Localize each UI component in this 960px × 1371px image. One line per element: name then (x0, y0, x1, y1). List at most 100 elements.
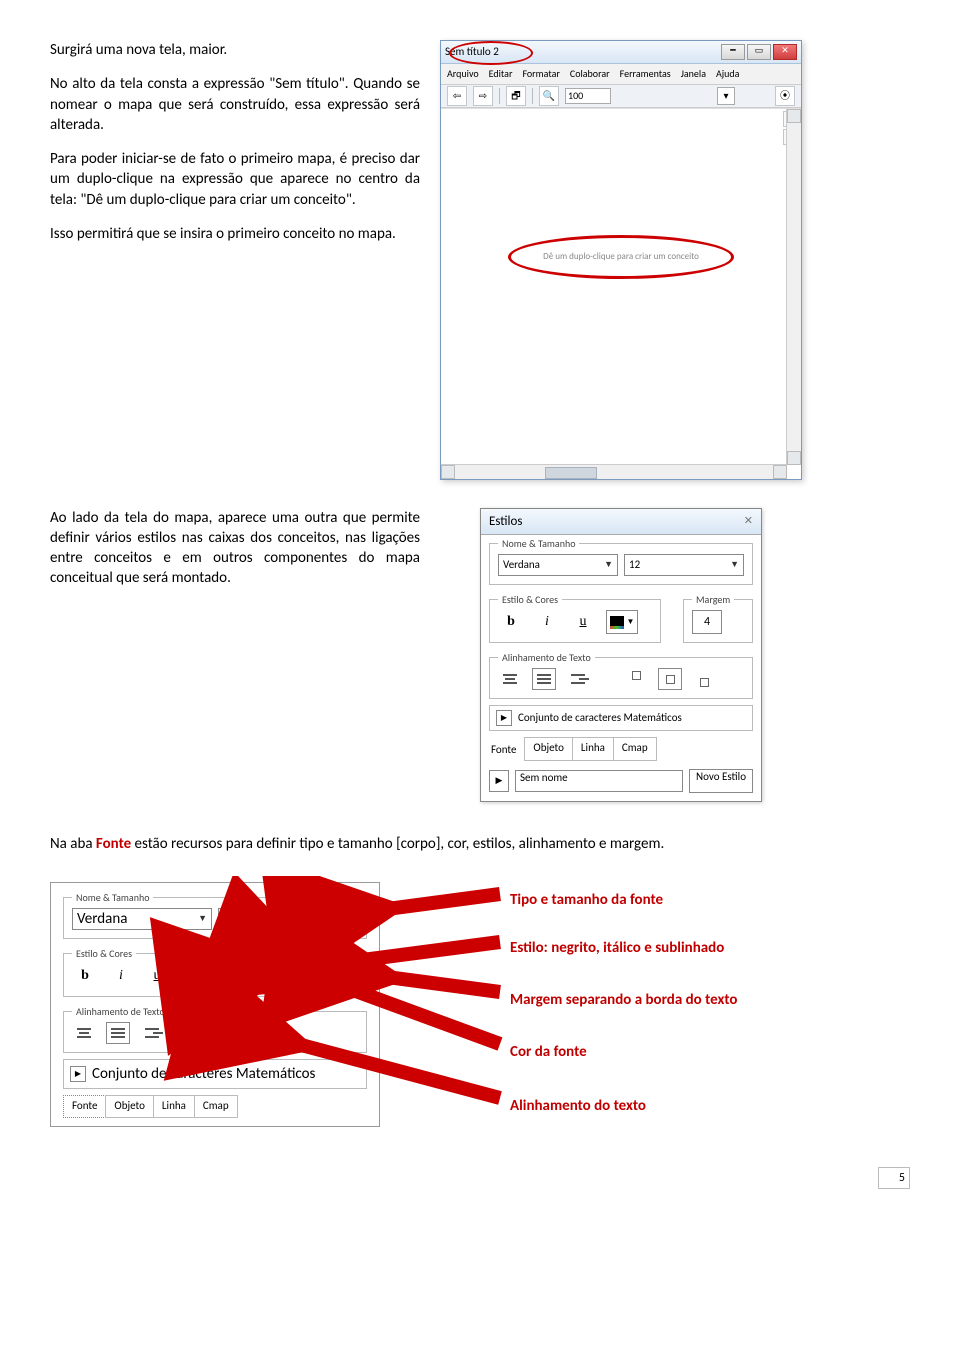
align-left-button[interactable] (72, 1022, 96, 1044)
align-center-button[interactable] (106, 1022, 130, 1044)
math-chars-row[interactable]: ▶ Conjunto de caracteres Matemáticos (489, 705, 753, 731)
canvas[interactable]: ⤢ ⎋ Dê um duplo-clique para criar um con… (441, 108, 801, 479)
chevron-down-icon: ▼ (730, 559, 739, 571)
align-right-button[interactable] (566, 668, 590, 690)
window-title: Sem título 2 (445, 45, 499, 60)
menu-ferramentas[interactable]: Ferramentas (620, 67, 671, 81)
align-right-button[interactable] (140, 1022, 164, 1044)
scrollbar-horizontal[interactable] (441, 464, 787, 479)
valign-bottom-button[interactable] (266, 1022, 290, 1044)
tab-linha[interactable]: Linha (572, 737, 614, 761)
nome-tamanho-group: Nome & Tamanho Verdana ▼ 12 ▼ (489, 543, 753, 585)
tab-linha[interactable]: Linha (153, 1095, 195, 1118)
minimize-button[interactable]: ━ (721, 44, 745, 60)
annotated-estilos-panel: Nome & Tamanho Verdana ▼ 12 ▼ Estilo & C… (50, 882, 380, 1127)
underline-button[interactable]: u (144, 965, 170, 987)
margin-input[interactable]: 4 (306, 964, 336, 988)
margem-legend: Margem (306, 947, 348, 961)
math-label: Conjunto de caracteres Matemáticos (92, 1064, 315, 1084)
record-icon[interactable]: ⦿ (775, 86, 795, 106)
separator (499, 88, 500, 104)
align-left-button[interactable] (498, 668, 522, 690)
bold-button[interactable]: b (498, 611, 524, 633)
valign-middle-button[interactable] (232, 1022, 256, 1044)
estilo-cores-group: Estilo & Cores b i u ▼ (63, 953, 275, 997)
zoom-icon[interactable]: 🔍 (539, 86, 559, 106)
margem-group: Margem 4 (297, 953, 367, 997)
scroll-up-icon[interactable] (787, 109, 801, 123)
estilo-cores-group: Estilo & Cores b i u ▼ (489, 599, 661, 643)
expand-icon: ▶ (70, 1066, 86, 1082)
menu-ajuda[interactable]: Ajuda (716, 67, 739, 81)
close-button[interactable]: ✕ (773, 44, 797, 60)
font-size-select[interactable]: 12 ▼ (624, 554, 744, 576)
alinhamento-group: Alinhamento de Texto (489, 657, 753, 699)
tab-fonte[interactable]: Fonte (63, 1095, 106, 1118)
menu-editar[interactable]: Editar (489, 67, 513, 81)
scroll-right-icon[interactable] (773, 465, 787, 479)
math-label: Conjunto de caracteres Matemáticos (518, 711, 682, 726)
tab-objeto[interactable]: Objeto (524, 737, 573, 761)
ann-label-5: Alinhamento do texto (510, 1096, 646, 1116)
tab-cmap[interactable]: Cmap (613, 737, 657, 761)
valign-top-button[interactable] (624, 668, 648, 690)
paragraph-5: Ao lado da tela do mapa, aparece uma out… (50, 508, 420, 589)
chevron-down-icon: ▼ (627, 617, 635, 628)
estilos-close-icon[interactable]: ✕ (744, 514, 753, 529)
style-name-input[interactable]: Sem nome (515, 770, 683, 792)
paragraph-2: No alto da tela consta a expressão "Sem … (50, 74, 420, 135)
estilos-titlebar: Estilos ✕ (481, 509, 761, 536)
font-name-select[interactable]: Verdana ▼ (72, 908, 212, 930)
nav-forward-icon[interactable]: ⇨ (473, 86, 493, 106)
bottom-row: ▶ Sem nome Novo Estilo (489, 769, 753, 793)
valign-bottom-button[interactable] (692, 668, 716, 690)
paragraph-4: Isso permitirá que se insira o primeiro … (50, 224, 420, 244)
cmap-window: Sem título 2 ━ ▭ ✕ Arquivo Editar Format… (440, 40, 802, 480)
bold-button[interactable]: b (72, 965, 98, 987)
font-color-button[interactable]: ▼ (606, 610, 638, 634)
novo-estilo-button[interactable]: Novo Estilo (689, 769, 753, 793)
fonte-label: Fonte (489, 737, 524, 761)
font-size-select[interactable]: 12 ▼ (218, 908, 358, 930)
menu-janela[interactable]: Janela (681, 67, 706, 81)
nav-back-icon[interactable]: ⇦ (447, 86, 467, 106)
zoom-input[interactable]: 100 (565, 88, 611, 104)
font-size-value: 12 (629, 558, 640, 573)
font-color-button[interactable]: ▼ (180, 964, 212, 988)
paragraph-3: Para poder iniciar-se de fato o primeiro… (50, 149, 420, 210)
scroll-down-icon[interactable] (787, 451, 801, 465)
italic-button[interactable]: i (108, 965, 134, 987)
valign-middle-button[interactable] (658, 668, 682, 690)
chevron-down-icon: ▼ (604, 559, 613, 571)
margem-legend: Margem (692, 593, 734, 607)
font-name-value: Verdana (503, 558, 540, 573)
menu-formatar[interactable]: Formatar (522, 67, 559, 81)
nome-tamanho-group: Nome & Tamanho Verdana ▼ 12 ▼ (63, 897, 367, 939)
color-swatch-icon (184, 970, 198, 983)
annotation-labels: Tipo e tamanho da fonte Estilo: negrito,… (390, 882, 790, 1127)
tab-cmap[interactable]: Cmap (194, 1095, 238, 1118)
color-swatch-icon (610, 616, 624, 629)
ann-label-2: Estilo: negrito, itálico e sublinhado (510, 938, 724, 958)
valign-top-button[interactable] (198, 1022, 222, 1044)
scroll-thumb[interactable] (545, 467, 597, 479)
scroll-left-icon[interactable] (441, 465, 455, 479)
zoom-dropdown[interactable]: ▾ (717, 87, 735, 105)
tab-objeto[interactable]: Objeto (105, 1095, 154, 1118)
scale-icon[interactable]: 🗗 (506, 86, 526, 106)
scrollbar-vertical[interactable] (786, 109, 801, 465)
maximize-button[interactable]: ▭ (747, 44, 771, 60)
margin-input[interactable]: 4 (692, 610, 722, 634)
menu-colaborar[interactable]: Colaborar (570, 67, 610, 81)
expand-icon[interactable]: ▶ (489, 770, 509, 792)
underline-button[interactable]: u (570, 611, 596, 633)
align-center-button[interactable] (532, 668, 556, 690)
math-chars-row[interactable]: ▶ Conjunto de caracteres Matemáticos (63, 1059, 367, 1089)
margem-group: Margem 4 (683, 599, 753, 643)
ann-label-1: Tipo e tamanho da fonte (510, 890, 663, 910)
font-name-select[interactable]: Verdana ▼ (498, 554, 618, 576)
menu-arquivo[interactable]: Arquivo (447, 67, 479, 81)
font-size-value: 12 (223, 909, 238, 929)
italic-button[interactable]: i (534, 611, 560, 633)
separator (532, 88, 533, 104)
